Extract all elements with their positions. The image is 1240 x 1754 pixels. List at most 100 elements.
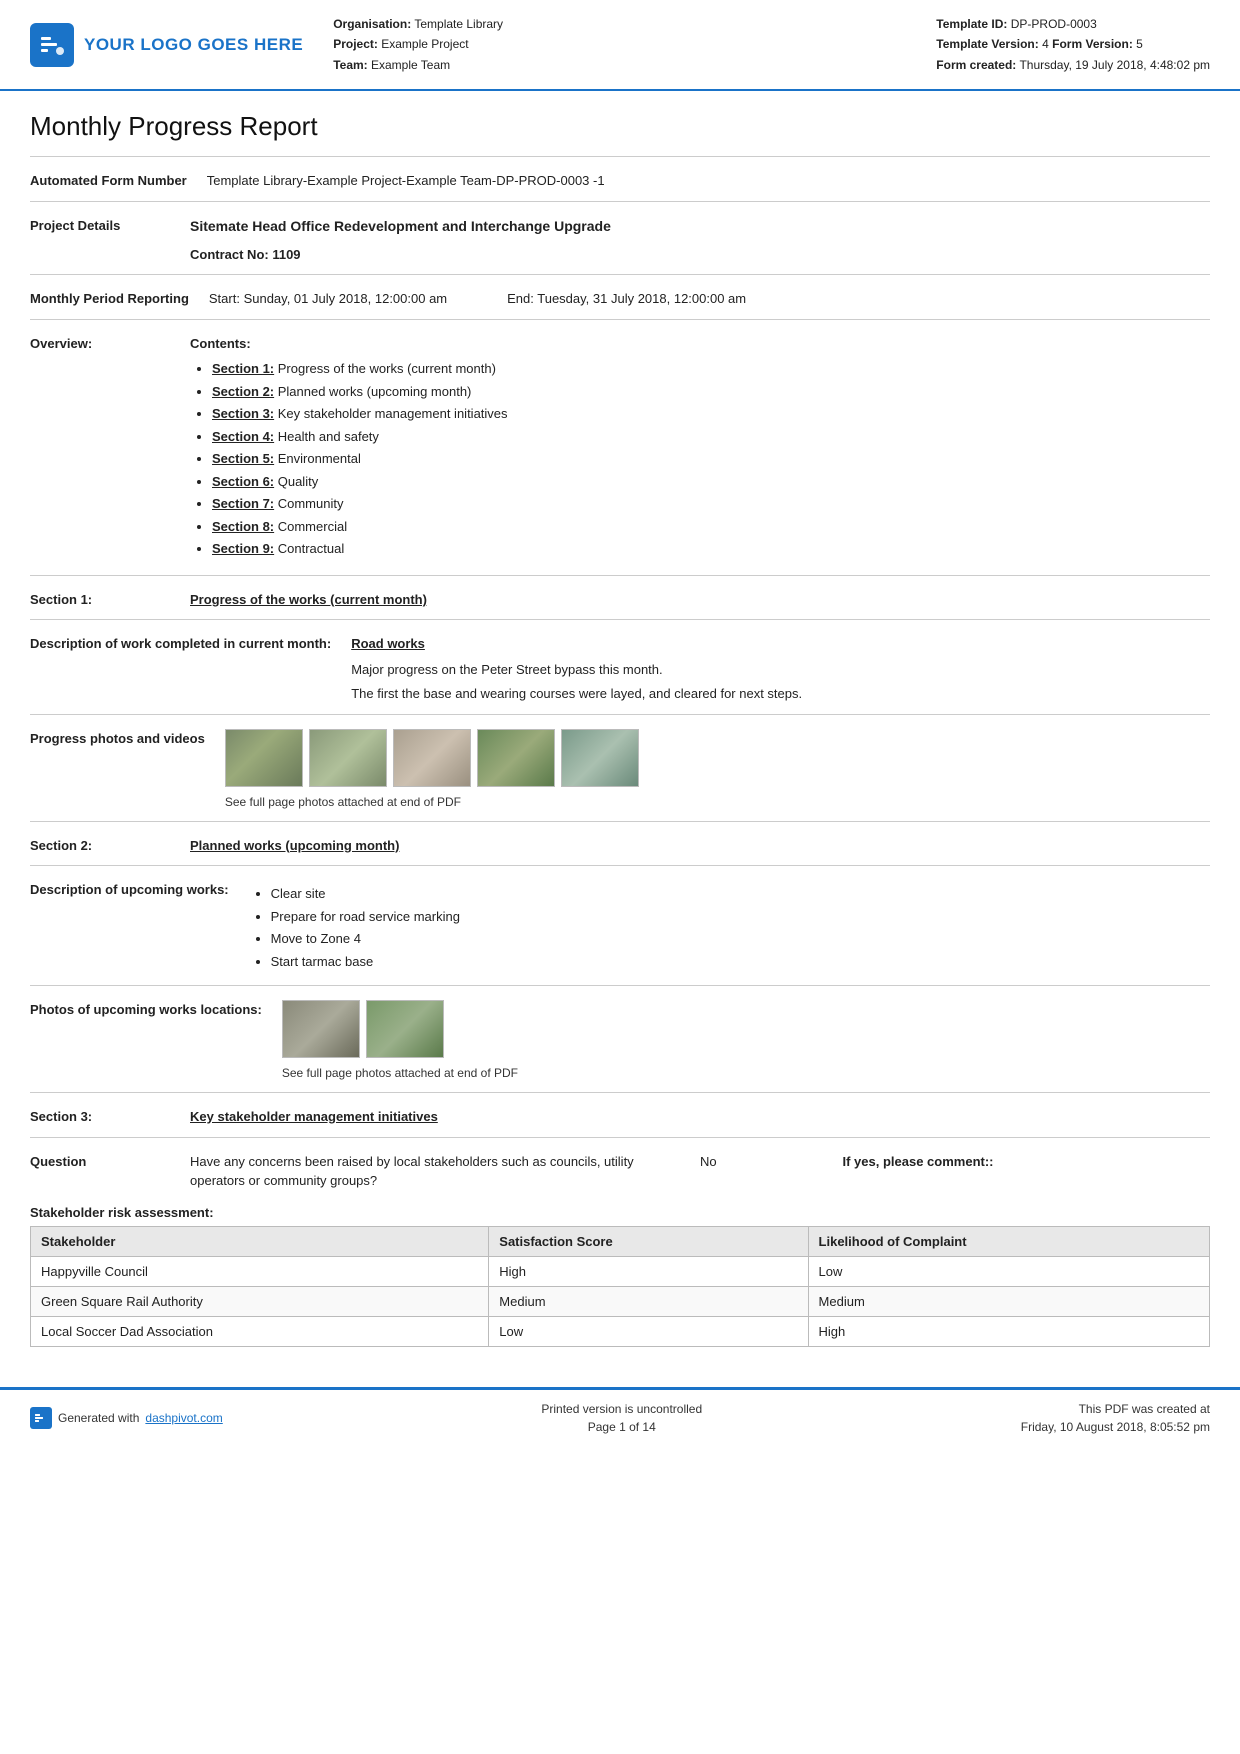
period-end: End: Tuesday, 31 July 2018, 12:00:00 am bbox=[507, 289, 746, 309]
table-header-row: Stakeholder Satisfaction Score Likelihoo… bbox=[31, 1226, 1210, 1256]
template-id-value: DP-PROD-0003 bbox=[1011, 17, 1097, 31]
work-description-row: Description of work completed in current… bbox=[30, 634, 1210, 704]
section6-text: Quality bbox=[274, 474, 318, 489]
work-description-label: Description of work completed in current… bbox=[30, 634, 351, 704]
list-item: Section 4: Health and safety bbox=[212, 427, 1210, 447]
project-label: Project: bbox=[333, 37, 378, 51]
logo-icon bbox=[30, 23, 74, 67]
table-row: Happyville Council High Low bbox=[31, 1256, 1210, 1286]
upcoming-photos-row: Photos of upcoming works locations: See … bbox=[30, 1000, 1210, 1082]
col-stakeholder: Stakeholder bbox=[31, 1226, 489, 1256]
section7-text: Community bbox=[274, 496, 343, 511]
org-label: Organisation: bbox=[333, 17, 411, 31]
section2-heading: Planned works (upcoming month) bbox=[190, 836, 1210, 856]
overview-value: Contents: Section 1: Progress of the wor… bbox=[190, 334, 1210, 565]
monthly-period-row: Monthly Period Reporting Start: Sunday, … bbox=[30, 289, 1210, 309]
footer-right-line1: This PDF was created at bbox=[1021, 1400, 1210, 1418]
list-item: Section 2: Planned works (upcoming month… bbox=[212, 382, 1210, 402]
automated-form-row: Automated Form Number Template Library-E… bbox=[30, 171, 1210, 191]
question-comment: If yes, please comment:: bbox=[843, 1152, 1211, 1172]
section4-link: Section 4: bbox=[212, 429, 274, 444]
section5-text: Environmental bbox=[274, 451, 361, 466]
overview-row: Overview: Contents: Section 1: Progress … bbox=[30, 334, 1210, 565]
upcoming-works-list: Clear site Prepare for road service mark… bbox=[249, 884, 1210, 971]
progress-photos-label: Progress photos and videos bbox=[30, 729, 225, 811]
section1-text: Progress of the works (current month) bbox=[274, 361, 496, 376]
footer-link[interactable]: dashpivot.com bbox=[145, 1411, 222, 1425]
progress-photos-value: See full page photos attached at end of … bbox=[225, 729, 1210, 811]
complaint-likelihood: Low bbox=[808, 1256, 1209, 1286]
stakeholder-name: Green Square Rail Authority bbox=[31, 1286, 489, 1316]
main-content: Monthly Progress Report Automated Form N… bbox=[0, 91, 1240, 1357]
period-start: Start: Sunday, 01 July 2018, 12:00:00 am bbox=[209, 289, 447, 309]
section6-link: Section 6: bbox=[212, 474, 274, 489]
section1-heading-text: Progress of the works (current month) bbox=[190, 592, 427, 607]
work-line1: Major progress on the Peter Street bypas… bbox=[351, 660, 1210, 680]
footer-center: Printed version is uncontrolled Page 1 o… bbox=[541, 1400, 702, 1436]
list-item: Section 7: Community bbox=[212, 494, 1210, 514]
footer-center-line1: Printed version is uncontrolled bbox=[541, 1400, 702, 1418]
stakeholder-table-body: Happyville Council High Low Green Square… bbox=[31, 1256, 1210, 1346]
upcoming-works-row: Description of upcoming works: Clear sit… bbox=[30, 880, 1210, 975]
project-details-line2: Contract No: 1109 bbox=[190, 245, 1210, 265]
header-meta: Organisation: Template Library Project: … bbox=[303, 14, 1210, 75]
contents-label: Contents: bbox=[190, 334, 1210, 354]
section1-label: Section 1: bbox=[30, 590, 190, 610]
form-created-label: Form created: bbox=[936, 58, 1016, 72]
footer-left: Generated with dashpivot.com bbox=[30, 1407, 223, 1429]
section2-row: Section 2: Planned works (upcoming month… bbox=[30, 836, 1210, 856]
stakeholder-section: Stakeholder risk assessment: Stakeholder… bbox=[30, 1205, 1210, 1347]
question-label: Question bbox=[30, 1152, 190, 1191]
list-item: Start tarmac base bbox=[271, 952, 1210, 972]
question-text: Have any concerns been raised by local s… bbox=[190, 1152, 680, 1191]
overview-label: Overview: bbox=[30, 334, 190, 565]
section3-heading: Key stakeholder management initiatives bbox=[190, 1107, 1210, 1127]
form-version-label: Form Version: bbox=[1052, 37, 1133, 51]
footer-center-line2: Page 1 of 14 bbox=[541, 1418, 702, 1436]
footer-right-line2: Friday, 10 August 2018, 8:05:52 pm bbox=[1021, 1418, 1210, 1436]
page-header: YOUR LOGO GOES HERE Organisation: Templa… bbox=[0, 0, 1240, 91]
project-details-line1: Sitemate Head Office Redevelopment and I… bbox=[190, 216, 1210, 237]
org-value: Template Library bbox=[414, 17, 503, 31]
header-col-right: Template ID: DP-PROD-0003 Template Versi… bbox=[936, 14, 1210, 75]
section9-text: Contractual bbox=[274, 541, 344, 556]
upcoming-photos-value: See full page photos attached at end of … bbox=[282, 1000, 1210, 1082]
question-row: Question Have any concerns been raised b… bbox=[30, 1152, 1210, 1191]
header-col-left: Organisation: Template Library Project: … bbox=[333, 14, 503, 75]
satisfaction-score: High bbox=[489, 1256, 808, 1286]
list-item: Section 8: Commercial bbox=[212, 517, 1210, 537]
form-version-value: 5 bbox=[1136, 37, 1143, 51]
project-details-value: Sitemate Head Office Redevelopment and I… bbox=[190, 216, 1210, 265]
project-value: Example Project bbox=[381, 37, 468, 51]
photos-caption: See full page photos attached at end of … bbox=[225, 793, 1210, 811]
section5-link: Section 5: bbox=[212, 451, 274, 466]
work-line2: The first the base and wearing courses w… bbox=[351, 684, 1210, 704]
stakeholder-label: Stakeholder risk assessment: bbox=[30, 1205, 1210, 1220]
progress-photos-row: Progress photos and videos See full page… bbox=[30, 729, 1210, 811]
section8-text: Commercial bbox=[274, 519, 347, 534]
template-version-value: 4 bbox=[1042, 37, 1049, 51]
upcoming-photos-caption: See full page photos attached at end of … bbox=[282, 1064, 1210, 1082]
work-title: Road works bbox=[351, 634, 1210, 654]
complaint-likelihood: High bbox=[808, 1316, 1209, 1346]
footer-generated-text: Generated with bbox=[58, 1411, 139, 1425]
upcoming-photos-row-inner bbox=[282, 1000, 1210, 1058]
col-likelihood: Likelihood of Complaint bbox=[808, 1226, 1209, 1256]
satisfaction-score: Medium bbox=[489, 1286, 808, 1316]
upcoming-works-label: Description of upcoming works: bbox=[30, 880, 249, 975]
work-description-value: Road works Major progress on the Peter S… bbox=[351, 634, 1210, 704]
upcoming-works-value: Clear site Prepare for road service mark… bbox=[249, 880, 1210, 975]
section3-label: Section 3: bbox=[30, 1107, 190, 1127]
contents-list: Section 1: Progress of the works (curren… bbox=[190, 359, 1210, 559]
question-content-row: Have any concerns been raised by local s… bbox=[190, 1152, 1210, 1191]
form-created-value: Thursday, 19 July 2018, 4:48:02 pm bbox=[1019, 58, 1210, 72]
section3-link: Section 3: bbox=[212, 406, 274, 421]
logo-text: YOUR LOGO GOES HERE bbox=[84, 35, 303, 55]
stakeholder-name: Local Soccer Dad Association bbox=[31, 1316, 489, 1346]
satisfaction-score: Low bbox=[489, 1316, 808, 1346]
footer-right: This PDF was created at Friday, 10 Augus… bbox=[1021, 1400, 1210, 1436]
project-details-label: Project Details bbox=[30, 216, 190, 265]
automated-form-label: Automated Form Number bbox=[30, 171, 207, 191]
photo-thumb-4 bbox=[477, 729, 555, 787]
list-item: Clear site bbox=[271, 884, 1210, 904]
